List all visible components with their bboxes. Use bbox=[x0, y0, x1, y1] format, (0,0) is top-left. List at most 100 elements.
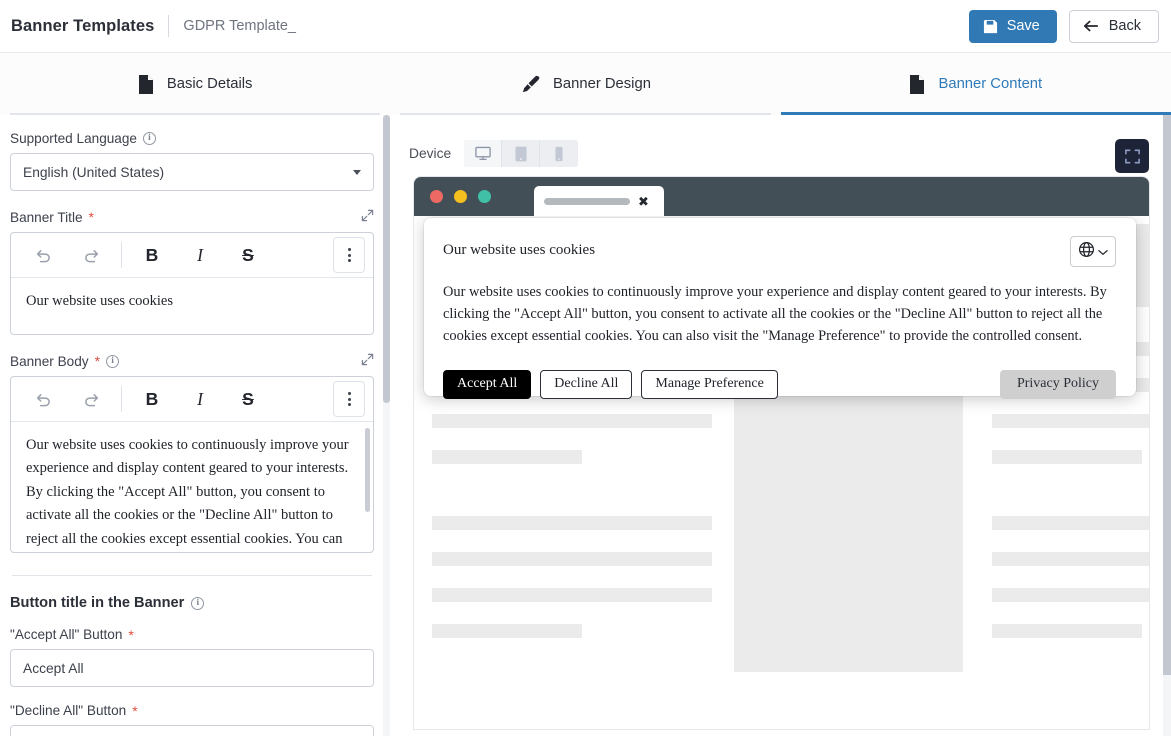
maximize-dot-icon[interactable] bbox=[478, 190, 491, 203]
tab-banner-design[interactable]: Banner Design bbox=[390, 53, 780, 115]
accept-all-label-text: "Accept All" Button bbox=[10, 627, 123, 642]
bold-button[interactable]: B bbox=[128, 237, 176, 273]
cookie-banner-header: Our website uses cookies bbox=[443, 236, 1116, 267]
tab-banner-content[interactable]: Banner Content bbox=[780, 53, 1171, 115]
tab-banner-design-label: Banner Design bbox=[553, 75, 651, 92]
decline-all-input[interactable]: Decline All bbox=[10, 725, 374, 736]
undo-icon[interactable] bbox=[19, 381, 67, 417]
cookie-banner: Our website uses cookies Our website use… bbox=[424, 218, 1136, 399]
cookie-banner-buttons: Accept All Decline All Manage Preference… bbox=[443, 369, 1116, 399]
supported-language-select[interactable]: English (United States) bbox=[10, 153, 374, 191]
italic-button[interactable]: I bbox=[176, 237, 224, 273]
floppy-disk-icon bbox=[983, 19, 998, 34]
device-selector bbox=[464, 140, 579, 167]
redo-icon[interactable] bbox=[67, 237, 115, 273]
minimize-dot-icon[interactable] bbox=[454, 190, 467, 203]
more-options-icon[interactable] bbox=[333, 237, 365, 273]
privacy-policy-button[interactable]: Privacy Policy bbox=[999, 369, 1116, 399]
top-bar: Banner Templates GDPR Template_ Save Bac… bbox=[0, 0, 1171, 53]
expand-icon[interactable] bbox=[361, 353, 374, 369]
window-controls bbox=[430, 177, 491, 216]
skeleton-line bbox=[432, 552, 712, 566]
preview-panel: Device ✖ Our website uses cookies Our we… bbox=[392, 115, 1171, 736]
banner-body-label: Banner Body bbox=[10, 353, 89, 369]
tab-banner-content-label: Banner Content bbox=[938, 75, 1043, 92]
supported-language-label: Supported Language i bbox=[10, 131, 374, 146]
breadcrumb-divider bbox=[168, 15, 170, 37]
cookie-banner-body: Our website uses cookies to continuously… bbox=[443, 284, 1107, 344]
required-asterisk: * bbox=[128, 626, 134, 643]
editor-scrollbar[interactable] bbox=[365, 428, 370, 512]
toolbar-divider bbox=[121, 242, 122, 268]
save-button[interactable]: Save bbox=[968, 9, 1057, 43]
accept-all-button[interactable]: Accept All bbox=[443, 369, 532, 399]
expand-icon[interactable] bbox=[361, 209, 374, 225]
button-title-section-label: Button title in the Banner bbox=[10, 595, 185, 611]
tab-basic-details-label: Basic Details bbox=[166, 75, 253, 92]
document-icon bbox=[909, 74, 925, 94]
globe-icon bbox=[1078, 241, 1095, 263]
info-icon[interactable]: i bbox=[143, 132, 156, 145]
required-asterisk: * bbox=[94, 353, 101, 369]
manage-preference-button[interactable]: Manage Preference bbox=[641, 369, 778, 399]
button-title-section-heading: Button title in the Banner i bbox=[10, 595, 374, 611]
close-dot-icon[interactable] bbox=[430, 190, 443, 203]
skeleton-line bbox=[992, 450, 1142, 464]
device-tablet-button[interactable] bbox=[502, 140, 541, 167]
strikethrough-button[interactable]: S bbox=[224, 237, 272, 273]
device-desktop-button[interactable] bbox=[464, 140, 503, 167]
strikethrough-button[interactable]: S bbox=[224, 381, 272, 417]
fullscreen-button[interactable] bbox=[1115, 139, 1149, 173]
skeleton-line bbox=[992, 588, 1149, 602]
banner-body-editor[interactable]: B I S Our website uses cookies to contin… bbox=[10, 376, 374, 553]
banner-title-input[interactable]: Our website uses cookies bbox=[11, 278, 373, 334]
banner-body-text: Our website uses cookies to continuously… bbox=[26, 437, 349, 547]
device-selector-row: Device bbox=[392, 115, 1171, 167]
browser-tab[interactable]: ✖ bbox=[534, 186, 664, 216]
chevron-down-icon bbox=[353, 169, 361, 175]
body-area: Supported Language i English (United Sta… bbox=[0, 115, 1171, 736]
info-icon[interactable]: i bbox=[191, 596, 205, 610]
section-divider bbox=[12, 575, 372, 576]
browser-titlebar: ✖ bbox=[414, 177, 1149, 216]
accept-all-label: "Accept All" Button * bbox=[10, 627, 374, 642]
banner-body-input[interactable]: Our website uses cookies to continuously… bbox=[11, 422, 373, 552]
skeleton-line bbox=[432, 588, 712, 602]
bold-button[interactable]: B bbox=[128, 381, 176, 417]
decline-all-button[interactable]: Decline All bbox=[540, 369, 633, 399]
accept-all-input[interactable]: Accept All bbox=[10, 649, 374, 687]
skeleton-line bbox=[432, 414, 712, 428]
banner-body-label-row: Banner Body * i bbox=[10, 353, 374, 369]
form-panel-scrollbar[interactable] bbox=[383, 115, 390, 736]
chevron-down-icon bbox=[1098, 243, 1108, 261]
banner-title-editor[interactable]: B I S Our website uses cookies bbox=[10, 232, 374, 335]
redo-icon[interactable] bbox=[67, 381, 115, 417]
browser-page: Our website uses cookies Our website use… bbox=[414, 216, 1149, 729]
language-selector[interactable] bbox=[1070, 236, 1116, 267]
breadcrumb-root[interactable]: Banner Templates bbox=[11, 17, 154, 36]
device-label: Device bbox=[409, 146, 452, 161]
brush-icon bbox=[520, 75, 540, 94]
undo-icon[interactable] bbox=[19, 237, 67, 273]
banner-title-label: Banner Title bbox=[10, 209, 83, 225]
breadcrumb: Banner Templates GDPR Template_ bbox=[0, 15, 296, 37]
close-icon[interactable]: ✖ bbox=[638, 195, 649, 208]
accept-all-value: Accept All bbox=[23, 660, 84, 676]
skeleton-line bbox=[992, 414, 1149, 428]
italic-button[interactable]: I bbox=[176, 381, 224, 417]
device-mobile-button[interactable] bbox=[540, 140, 579, 167]
skeleton-line bbox=[432, 624, 582, 638]
skeleton-line bbox=[992, 552, 1149, 566]
tab-basic-details[interactable]: Basic Details bbox=[0, 53, 390, 115]
supported-language-value: English (United States) bbox=[23, 164, 165, 180]
page-scrollbar[interactable] bbox=[1163, 115, 1171, 736]
tab-strip: Basic Details Banner Design Banner Conte… bbox=[0, 53, 1171, 115]
back-button[interactable]: Back bbox=[1068, 9, 1159, 43]
skeleton-line bbox=[992, 516, 1149, 530]
back-button-label: Back bbox=[1108, 18, 1141, 34]
save-button-label: Save bbox=[1006, 18, 1040, 34]
decline-all-label-text: "Decline All" Button bbox=[10, 703, 127, 718]
info-icon[interactable]: i bbox=[106, 354, 120, 368]
more-options-icon[interactable] bbox=[333, 381, 365, 417]
form-panel: Supported Language i English (United Sta… bbox=[0, 115, 384, 736]
